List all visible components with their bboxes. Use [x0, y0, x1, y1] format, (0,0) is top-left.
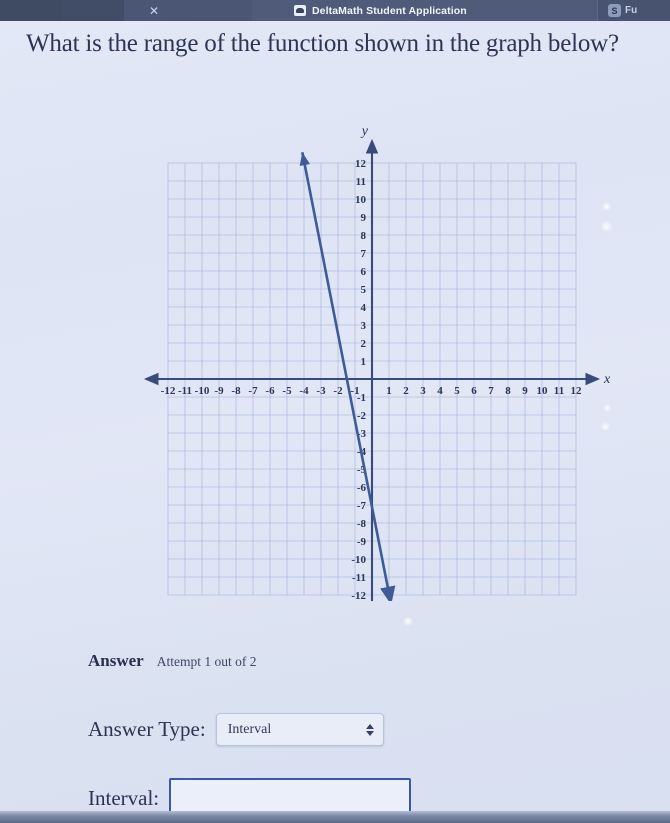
chrome-left-spacer [0, 0, 62, 21]
svg-text:2: 2 [403, 385, 409, 397]
svg-text:7: 7 [488, 385, 494, 397]
close-icon[interactable]: ✕ [149, 5, 159, 17]
coordinate-graph: -12 -11 -10 -9 -8 -7 -6 -5 -4 -3 -2 -1 1 2 3 4 5 6 7 8 9 10 11… [120, 101, 610, 601]
answer-type-row: Answer Type: Interval [88, 713, 384, 746]
svg-text:-3: -3 [316, 385, 326, 397]
svg-text:-9: -9 [357, 536, 367, 548]
attempt-counter: Attempt 1 out of 2 [156, 654, 257, 669]
x-axis-label: x [603, 372, 610, 387]
svg-text:4: 4 [361, 302, 367, 314]
svg-text:-12: -12 [161, 385, 176, 397]
svg-text:1: 1 [361, 356, 367, 368]
answer-type-select[interactable]: Interval [215, 713, 384, 746]
chevron-down-icon [365, 730, 374, 736]
answer-heading: Answer [88, 651, 144, 670]
tab-deltamath[interactable]: DeltaMath Student Application [252, 0, 598, 21]
svg-text:11: 11 [554, 385, 564, 397]
tab-close-region[interactable]: ✕ [124, 0, 252, 21]
svg-text:8: 8 [505, 385, 511, 397]
svg-text:7: 7 [361, 248, 367, 260]
glare-spot [403, 616, 413, 626]
browser-chrome: ✕ DeltaMath Student Application S Fu [0, 0, 670, 21]
svg-text:-2: -2 [357, 410, 367, 422]
answer-type-label: Answer Type: [88, 717, 206, 741]
svg-text:11: 11 [356, 176, 366, 188]
answer-section-header: Answer Attempt 1 out of 2 [88, 651, 256, 671]
svg-text:10: 10 [355, 194, 367, 206]
svg-text:-4: -4 [299, 385, 309, 397]
svg-text:5: 5 [454, 385, 460, 397]
tab-previous[interactable] [62, 0, 124, 21]
svg-text:-11: -11 [178, 385, 192, 397]
svg-text:5: 5 [361, 284, 367, 296]
badge-s-icon[interactable]: S [608, 4, 621, 17]
interval-label: Interval: [88, 785, 160, 810]
chrome-right-region[interactable]: S Fu [598, 0, 670, 21]
plotted-line [299, 151, 396, 601]
y-axis-label: y [360, 124, 369, 139]
svg-text:8: 8 [361, 230, 367, 242]
svg-text:-8: -8 [357, 518, 367, 530]
question-prompt: What is the range of the function shown … [26, 30, 619, 57]
svg-text:-10: -10 [351, 554, 366, 566]
svg-text:-8: -8 [231, 385, 241, 397]
svg-text:12: 12 [355, 158, 367, 170]
tab-title: DeltaMath Student Application [312, 4, 467, 17]
svg-text:6: 6 [471, 385, 477, 397]
chevron-up-icon [365, 723, 374, 729]
bottom-status-bar [0, 811, 670, 823]
svg-text:-2: -2 [333, 385, 343, 397]
svg-text:-6: -6 [265, 385, 275, 397]
svg-text:10: 10 [537, 385, 549, 397]
svg-text:-12: -12 [351, 590, 366, 601]
svg-text:9: 9 [522, 385, 528, 397]
svg-text:2: 2 [361, 338, 367, 350]
svg-text:12: 12 [571, 385, 583, 397]
svg-text:-7: -7 [357, 500, 367, 512]
svg-text:-6: -6 [357, 482, 367, 494]
axes [143, 138, 601, 601]
svg-text:3: 3 [361, 320, 367, 332]
svg-text:-10: -10 [195, 385, 210, 397]
svg-text:9: 9 [361, 212, 367, 224]
chrome-right-label: Fu [625, 5, 638, 16]
svg-text:-7: -7 [248, 385, 258, 397]
svg-text:-11: -11 [352, 572, 366, 584]
svg-text:-5: -5 [282, 385, 292, 397]
svg-text:6: 6 [361, 266, 367, 278]
svg-text:1: 1 [386, 385, 392, 397]
svg-text:3: 3 [420, 385, 426, 397]
deltamath-favicon-icon [294, 5, 306, 16]
svg-text:-1: -1 [357, 392, 366, 404]
page-content: What is the range of the function shown … [0, 21, 670, 818]
answer-type-value: Interval [227, 721, 272, 737]
graph-svg: -12 -11 -10 -9 -8 -7 -6 -5 -4 -3 -2 -1 1 2 3 4 5 6 7 8 9 10 11… [143, 124, 610, 601]
chevron-updown-icon[interactable] [365, 723, 374, 736]
svg-text:4: 4 [437, 385, 443, 397]
svg-text:-9: -9 [214, 385, 224, 397]
